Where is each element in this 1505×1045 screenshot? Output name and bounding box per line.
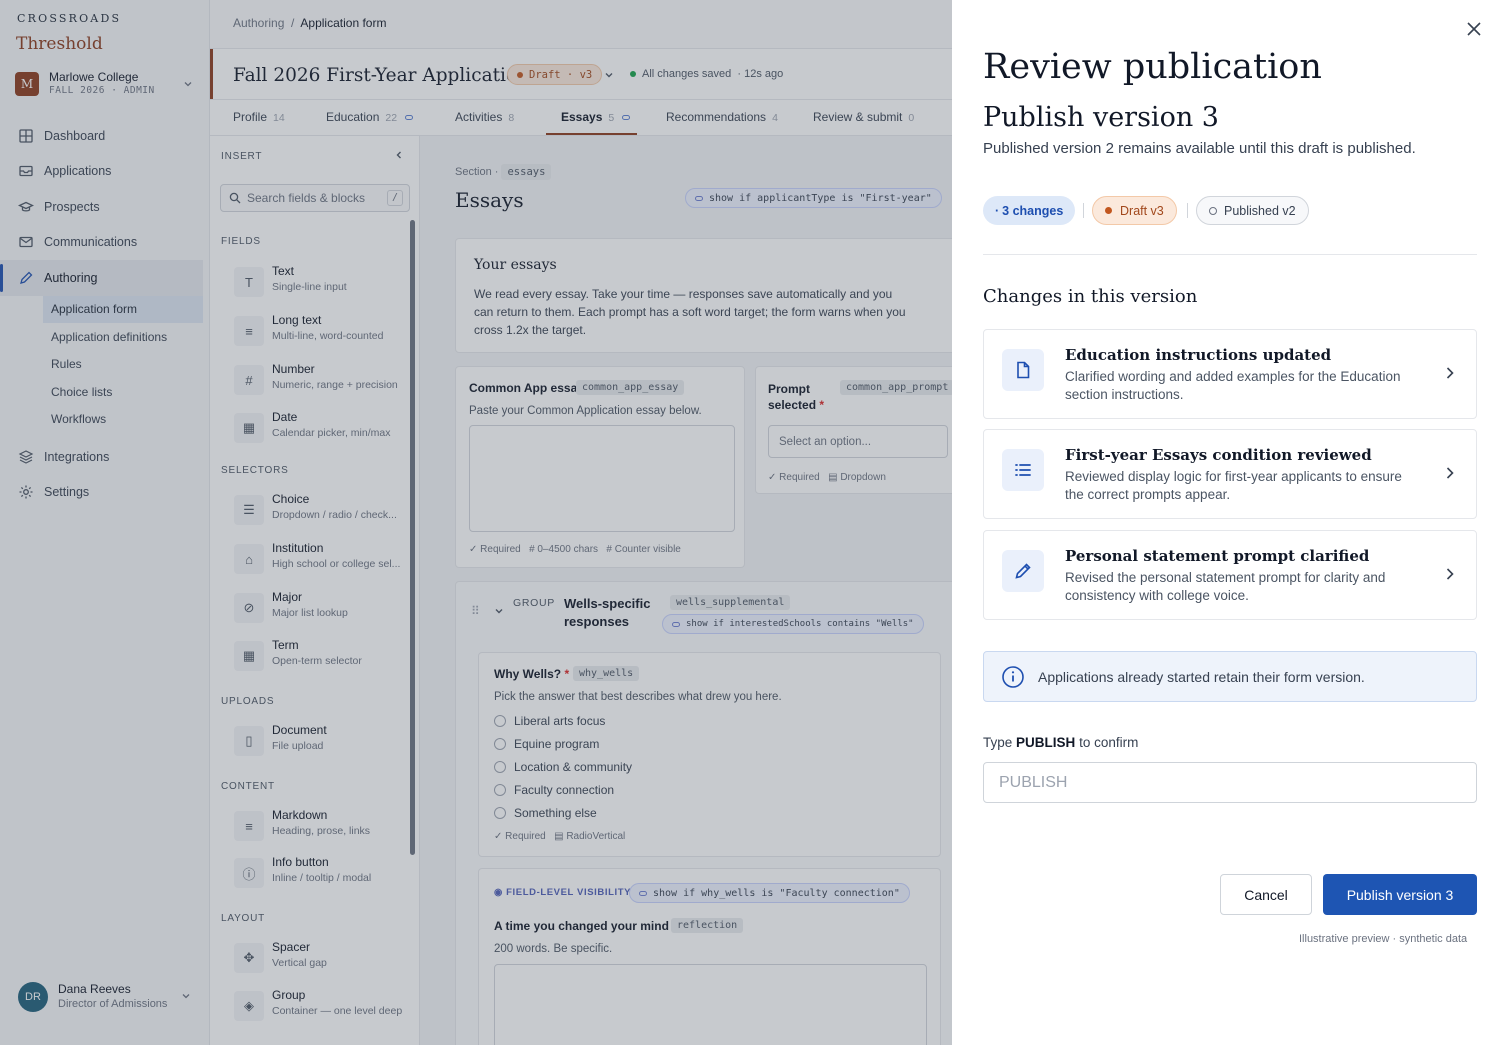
- divider: [1083, 203, 1084, 218]
- panel-title: Review publication: [983, 47, 1322, 87]
- pencil-icon: [1002, 550, 1044, 592]
- change-title: Personal statement prompt clarified: [1065, 547, 1370, 565]
- info-text: Applications already started retain thei…: [1038, 668, 1365, 685]
- change-item-education[interactable]: Education instructions updated Clarified…: [983, 329, 1477, 419]
- divider: [1187, 203, 1188, 218]
- changes-count-badge: · 3 changes: [983, 196, 1076, 225]
- published-version-badge: Published v2: [1196, 196, 1309, 225]
- panel-subtitle: Publish version 3: [983, 102, 1219, 133]
- status-ring-icon: [1209, 206, 1217, 215]
- change-item-personal-statement[interactable]: Personal statement prompt clarified Revi…: [983, 530, 1477, 620]
- changes-heading: Changes in this version: [983, 286, 1198, 307]
- status-dot: [1105, 207, 1112, 214]
- publish-confirm-input[interactable]: [983, 762, 1477, 803]
- panel-description: Published version 2 remains available un…: [983, 140, 1416, 157]
- footnote: Illustrative preview · synthetic data: [1299, 933, 1468, 945]
- change-description: Revised the personal statement prompt fo…: [1065, 570, 1386, 603]
- change-item-essays-condition[interactable]: First-year Essays condition reviewed Rev…: [983, 429, 1477, 519]
- chevron-right-icon: [1443, 365, 1457, 381]
- info-icon: [1001, 665, 1025, 689]
- info-banner: Applications already started retain thei…: [983, 651, 1477, 702]
- close-icon[interactable]: [1463, 18, 1485, 40]
- change-description: Clarified wording and added examples for…: [1065, 369, 1401, 402]
- cancel-button[interactable]: Cancel: [1220, 874, 1312, 915]
- document-icon: [1002, 349, 1044, 391]
- publish-button[interactable]: Publish version 3: [1323, 874, 1477, 915]
- dot-icon: ·: [995, 203, 1000, 218]
- chevron-right-icon: [1443, 566, 1457, 582]
- modal-backdrop[interactable]: [0, 0, 952, 1045]
- change-title: Education instructions updated: [1065, 346, 1332, 364]
- chevron-right-icon: [1443, 465, 1457, 481]
- divider: [983, 254, 1477, 255]
- draft-version-badge: Draft v3: [1092, 196, 1177, 225]
- list-icon: [1002, 449, 1044, 491]
- change-description: Reviewed display logic for first-year ap…: [1065, 469, 1402, 502]
- change-title: First-year Essays condition reviewed: [1065, 446, 1372, 464]
- confirm-label: Type PUBLISH to confirm: [983, 735, 1139, 750]
